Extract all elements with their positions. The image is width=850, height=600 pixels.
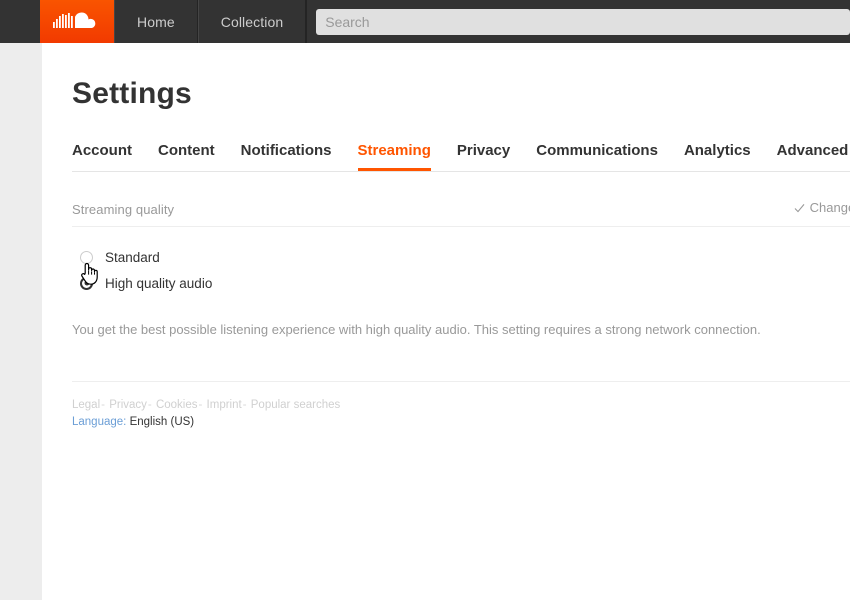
tab-notifications[interactable]: Notifications [241,142,332,171]
changes-saved-status: Changes saved [794,200,850,215]
footer-sep-1: - [101,399,105,411]
tab-streaming[interactable]: Streaming [357,142,431,171]
tab-content-label: Content [158,142,215,159]
tab-analytics-label: Analytics [683,142,751,159]
section-title: Streaming quality [72,202,175,217]
tab-account[interactable]: Account [72,142,132,171]
tab-streaming-label: Streaming [357,142,431,159]
soundcloud-logo[interactable] [40,0,114,43]
tab-notifications-label: Notifications [240,142,332,159]
footer-link-legal[interactable]: Legal [72,399,100,411]
changes-saved-label: Changes saved [809,200,850,215]
option-standard[interactable]: Standard [72,244,850,270]
footer-sep-4: - [242,399,247,411]
tab-content[interactable]: Content [158,142,215,171]
check-icon [794,202,805,213]
page-title: Settings [72,77,192,110]
radio-standard-icon[interactable] [80,250,93,264]
tab-privacy[interactable]: Privacy [457,142,510,171]
nav-home-label: Home [137,13,175,30]
language-value: English (US) [129,416,195,428]
left-gutter [0,43,42,600]
footer-link-cookies[interactable]: Cookies [156,399,198,411]
tab-advanced[interactable]: Advanced [777,142,849,171]
nav-home[interactable]: Home [114,0,198,43]
tab-advanced-label: Advanced [776,142,849,159]
footer-links: Legal- Privacy- Cookies- Imprint- Popula… [72,398,850,413]
streaming-quality-description: You get the best possible listening expe… [72,322,761,337]
tab-communications-label: Communications [536,142,658,159]
settings-tabs: Account Content Notifications Streaming … [72,138,850,172]
option-standard-label: Standard [105,249,160,265]
footer-sep-2: - [147,399,152,411]
option-high-quality-audio[interactable]: High quality audio [72,270,850,296]
tab-analytics[interactable]: Analytics [684,142,751,171]
header-left-spacer [0,0,40,43]
radio-high-quality-audio-icon[interactable] [80,276,93,290]
top-header-bar: Home Collection [0,0,850,43]
language-label[interactable]: Language: [72,416,126,428]
footer-sep-3: - [198,399,203,411]
option-high-quality-audio-label: High quality audio [105,275,213,291]
search-input[interactable] [316,8,850,35]
app-root: Home Collection Settings Account Content… [0,0,850,600]
nav-collection[interactable]: Collection [197,0,307,43]
footer-language: Language: English (US) [72,415,850,430]
tab-account-label: Account [72,142,132,159]
nav-collection-label: Collection [220,13,284,30]
tab-privacy-label: Privacy [456,142,511,159]
streaming-quality-section-header: Streaming quality Changes saved [72,200,850,227]
tab-communications[interactable]: Communications [536,142,658,171]
footer-link-imprint[interactable]: Imprint [207,399,242,411]
page-footer: Legal- Privacy- Cookies- Imprint- Popula… [72,381,850,430]
settings-page: Settings Account Content Notifications S… [42,43,850,600]
footer-link-privacy[interactable]: Privacy [109,399,147,411]
streaming-quality-options: Standard High quality audio [72,244,850,296]
footer-link-popular-searches[interactable]: Popular searches [251,399,341,411]
search-container [306,0,850,43]
